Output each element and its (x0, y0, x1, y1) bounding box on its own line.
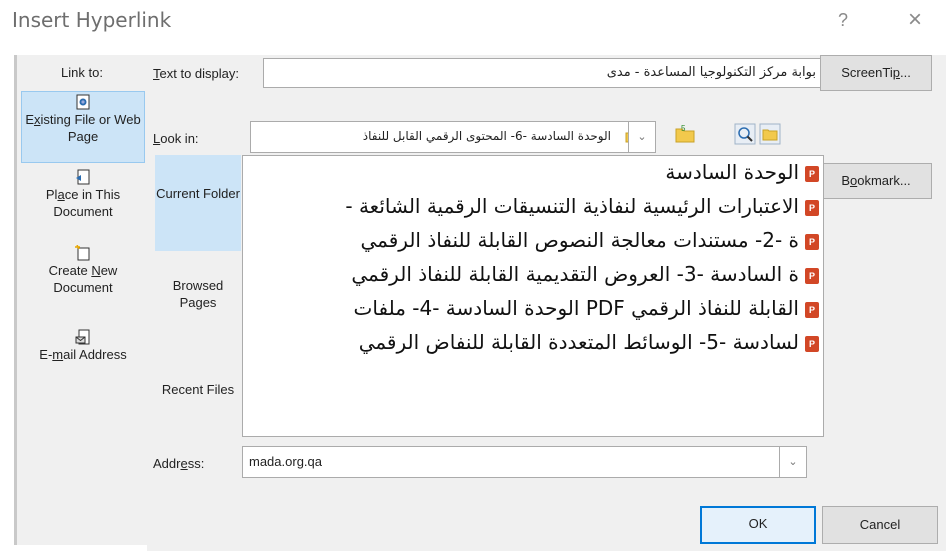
bookmark-button[interactable]: Bookmark... (820, 163, 932, 199)
look-in-chevron-down-icon[interactable]: ⌄ (628, 121, 656, 153)
powerpoint-file-icon: P (805, 267, 819, 284)
list-item[interactable]: Pلسادسة -5- الوسائط المتعددة القابلة للن… (359, 330, 819, 354)
cancel-button[interactable]: Cancel (822, 506, 938, 544)
link-to-create-new-document[interactable]: Create New Document (21, 245, 145, 315)
main-panel: Text to display: بوابة مركز التكنولوجيا … (147, 55, 946, 551)
up-folder-icon[interactable]: 5 (674, 123, 696, 145)
ok-button[interactable]: OK (700, 506, 816, 544)
address-chevron-down-icon[interactable]: ⌄ (779, 446, 807, 478)
powerpoint-file-icon: P (805, 301, 819, 318)
list-item[interactable]: Pالقابلة للنفاذ الرقمي PDF الوحدة السادس… (354, 296, 819, 320)
list-item[interactable]: Pالاعتبارات الرئيسية لنفاذية التنسيقات ا… (345, 194, 819, 218)
link-to-label: Link to: (61, 65, 103, 80)
text-to-display-input[interactable]: بوابة مركز التكنولوجيا المساعدة - مدى (263, 58, 823, 88)
email-address-icon (75, 329, 90, 345)
close-button[interactable]: × (908, 6, 922, 34)
svg-text:5: 5 (681, 124, 686, 133)
list-item[interactable]: Pالوحدة السادسة (665, 160, 819, 184)
link-to-email-address[interactable]: E-mail Address (21, 329, 145, 381)
link-to-existing-file[interactable]: Existing File or Web Page (21, 91, 145, 163)
place-in-document-icon (76, 169, 90, 185)
tab-recent-files[interactable]: Recent Files (155, 371, 241, 431)
browse-web-icon[interactable] (734, 123, 756, 145)
list-item[interactable]: Pة -2- مستندات معالجة النصوص القابلة للن… (360, 228, 819, 252)
powerpoint-file-icon: P (805, 335, 819, 352)
address-label: Address: (153, 456, 205, 471)
dialog-title: Insert Hyperlink (12, 8, 172, 32)
file-list[interactable]: Pالوحدة السادسة Pالاعتبارات الرئيسية لنف… (242, 155, 824, 437)
powerpoint-file-icon: P (805, 165, 819, 182)
link-to-place-in-document[interactable]: Place in This Document (21, 169, 145, 239)
help-button[interactable]: ? (838, 10, 848, 31)
powerpoint-file-icon: P (805, 199, 819, 216)
browse-file-icon[interactable] (759, 123, 781, 145)
list-item[interactable]: Pة السادسة -3- العروض التقديمية القابلة … (351, 262, 819, 286)
tab-current-folder[interactable]: Current Folder (155, 155, 241, 251)
new-document-icon (75, 245, 90, 261)
screentip-button[interactable]: ScreenTip... (820, 55, 932, 91)
link-to-panel: Link to: Existing File or Web Page Place… (14, 55, 147, 545)
powerpoint-file-icon: P (805, 233, 819, 250)
existing-file-icon (76, 94, 90, 110)
text-to-display-label: Text to display: (153, 66, 239, 81)
look-in-value: الوحدة السادسة -6- المحتوى الرقمي القابل… (362, 129, 611, 143)
look-in-dropdown[interactable]: الوحدة السادسة -6- المحتوى الرقمي القابل… (250, 121, 656, 153)
look-in-label: Look in: (153, 131, 199, 146)
tab-browsed-pages[interactable]: Browsed Pages (155, 255, 241, 337)
address-input[interactable]: mada.org.qa (242, 446, 807, 478)
